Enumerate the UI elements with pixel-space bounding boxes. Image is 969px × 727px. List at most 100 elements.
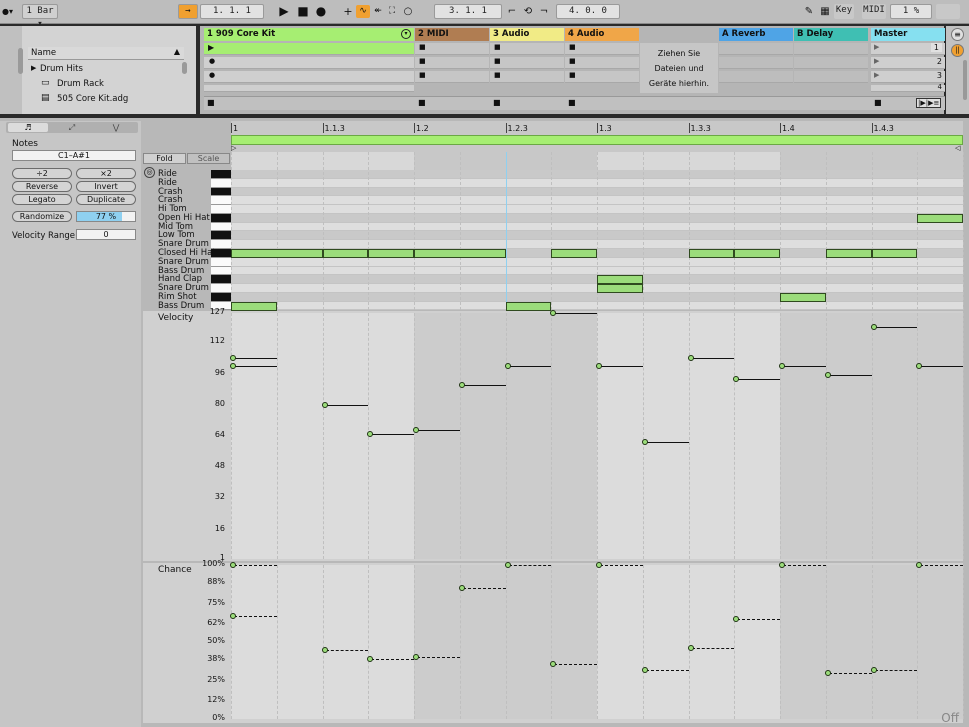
position-display[interactable]: 1. 1. 1 xyxy=(200,4,264,19)
stop-icon[interactable]: ■ xyxy=(569,43,576,51)
chance-bar[interactable] xyxy=(737,618,780,620)
chance-handle[interactable] xyxy=(458,585,465,592)
midi-note[interactable] xyxy=(597,284,643,294)
track-header-a[interactable]: A Reverb xyxy=(719,28,793,41)
piano-key[interactable] xyxy=(211,275,231,285)
loop-icon[interactable]: ○ xyxy=(402,3,414,20)
stop-icon[interactable]: ■ xyxy=(874,98,882,107)
automation-icon[interactable]: ∿ xyxy=(356,5,370,18)
velocity-bar[interactable] xyxy=(783,365,826,367)
velocity-handle[interactable] xyxy=(687,354,694,361)
chance-handle[interactable] xyxy=(870,666,877,673)
loop-length-display[interactable]: 4. 0. 0 xyxy=(556,4,620,19)
browser-item-drum-hits[interactable]: ▶ Drum Hits xyxy=(28,64,184,76)
stop-icon[interactable]: ■ xyxy=(419,57,426,65)
note-grid[interactable] xyxy=(231,152,964,311)
velocity-bar[interactable] xyxy=(874,326,918,328)
velocity-bar[interactable] xyxy=(371,434,414,436)
chance-bar[interactable] xyxy=(828,672,872,674)
browser-scrollbar[interactable] xyxy=(182,62,187,74)
chance-handle[interactable] xyxy=(596,562,602,568)
halve-button[interactable]: ÷2 xyxy=(12,168,72,179)
stop-icon[interactable]: ■ xyxy=(568,98,576,107)
velocity-handle[interactable] xyxy=(458,382,465,389)
midi-note[interactable] xyxy=(414,249,506,258)
midi-note[interactable] xyxy=(917,213,963,223)
chance-bar[interactable] xyxy=(508,565,552,566)
tab-notes[interactable]: ♬ xyxy=(8,123,48,132)
midi-note[interactable] xyxy=(551,249,597,258)
session-scrollbar[interactable] xyxy=(963,60,967,100)
record-dot-icon[interactable]: ● xyxy=(209,71,215,79)
double-button[interactable]: ×2 xyxy=(76,168,136,179)
chance-bar[interactable] xyxy=(920,565,963,566)
scene-launch-icon[interactable]: ▶ xyxy=(874,43,879,51)
browser-item-505-core-kit[interactable]: ▤ 505 Core Kit.adg xyxy=(28,93,184,105)
chance-handle[interactable] xyxy=(230,612,236,619)
record-icon[interactable]: ● xyxy=(314,3,328,20)
track-header-2[interactable]: 2 MIDI xyxy=(415,28,489,41)
add-icon[interactable]: + xyxy=(342,3,354,20)
end-marker-icon[interactable]: ◁ xyxy=(955,144,960,152)
clip-slot[interactable]: ■ xyxy=(415,43,489,55)
chance-bar[interactable] xyxy=(600,565,643,566)
velocity-bar[interactable] xyxy=(325,404,369,406)
menu-icon[interactable]: ≡ xyxy=(951,28,964,41)
piano-key[interactable] xyxy=(211,249,231,258)
clip-slot[interactable]: ■ xyxy=(565,71,639,83)
scene-launch-icon[interactable]: ▶ xyxy=(874,71,879,79)
loop-switch-icon[interactable]: ⟲ xyxy=(521,3,535,20)
midi-note[interactable] xyxy=(734,249,780,258)
stop-icon[interactable]: ■ xyxy=(493,98,501,107)
browser-item-drum-rack[interactable]: ▭ Drum Rack xyxy=(28,78,184,90)
velocity-handle[interactable] xyxy=(870,323,877,330)
clip-slot[interactable] xyxy=(204,85,414,92)
track-header-3[interactable]: 3 Audio xyxy=(490,28,564,41)
stop-icon[interactable]: ■ xyxy=(494,43,501,51)
track-header-1[interactable]: 1 909 Core Kit ▾ xyxy=(204,28,414,41)
triangle-right-icon[interactable]: ▶ xyxy=(31,64,36,72)
midi-note[interactable] xyxy=(231,301,277,311)
reverse-button[interactable]: Reverse xyxy=(12,181,72,192)
midi-map-button[interactable]: MIDI xyxy=(862,4,886,19)
velocity-bar[interactable] xyxy=(920,365,963,367)
velocity-handle[interactable] xyxy=(504,362,511,369)
chance-handle[interactable] xyxy=(733,615,740,622)
chance-handle[interactable] xyxy=(687,645,694,652)
play-icon[interactable]: ▶ xyxy=(277,3,291,20)
scene-1[interactable]: ▶ 1 xyxy=(871,43,945,55)
piano-key[interactable] xyxy=(211,205,231,214)
piano-key[interactable] xyxy=(211,178,231,188)
velocity-bar[interactable] xyxy=(600,365,643,367)
chance-bar[interactable] xyxy=(462,588,506,590)
velocity-handle[interactable] xyxy=(779,362,785,369)
legato-button[interactable]: Legato xyxy=(12,194,72,205)
duplicate-button[interactable]: Duplicate xyxy=(76,194,136,205)
piano-key[interactable] xyxy=(211,213,231,223)
velocity-handle[interactable] xyxy=(596,362,602,369)
clip-slot[interactable]: ● xyxy=(204,71,414,83)
chance-bar[interactable] xyxy=(691,648,735,650)
punch-in-icon[interactable]: ⌐ xyxy=(505,3,519,20)
velocity-bar[interactable] xyxy=(462,385,506,387)
velocity-bar[interactable] xyxy=(691,357,735,359)
clip-slot[interactable]: ■ xyxy=(415,71,489,83)
midi-note[interactable] xyxy=(368,249,414,258)
velocity-handle[interactable] xyxy=(230,354,236,361)
invert-button[interactable]: Invert xyxy=(76,181,136,192)
quantize-dropdown[interactable]: 1 Bar ▾ xyxy=(22,4,58,29)
stop-icon[interactable]: ■ xyxy=(296,3,310,20)
velocity-handle[interactable] xyxy=(733,376,740,383)
sort-icon[interactable]: ▲ xyxy=(174,47,180,56)
piano-key[interactable] xyxy=(211,292,231,302)
midi-note[interactable] xyxy=(688,249,735,258)
chance-handle[interactable] xyxy=(550,660,557,667)
chevron-down-icon[interactable]: ▾ xyxy=(401,29,411,39)
tab-expression[interactable]: ⋁ xyxy=(96,123,136,132)
velocity-lane[interactable] xyxy=(230,310,964,559)
punch-out-icon[interactable]: ¬ xyxy=(537,3,551,20)
browser-scrollbar-left[interactable] xyxy=(18,48,23,74)
scene-controls-icon[interactable]: |▶|▶≡ xyxy=(916,98,942,108)
follow-icon[interactable]: → xyxy=(178,4,198,19)
velocity-bar[interactable] xyxy=(234,357,277,359)
